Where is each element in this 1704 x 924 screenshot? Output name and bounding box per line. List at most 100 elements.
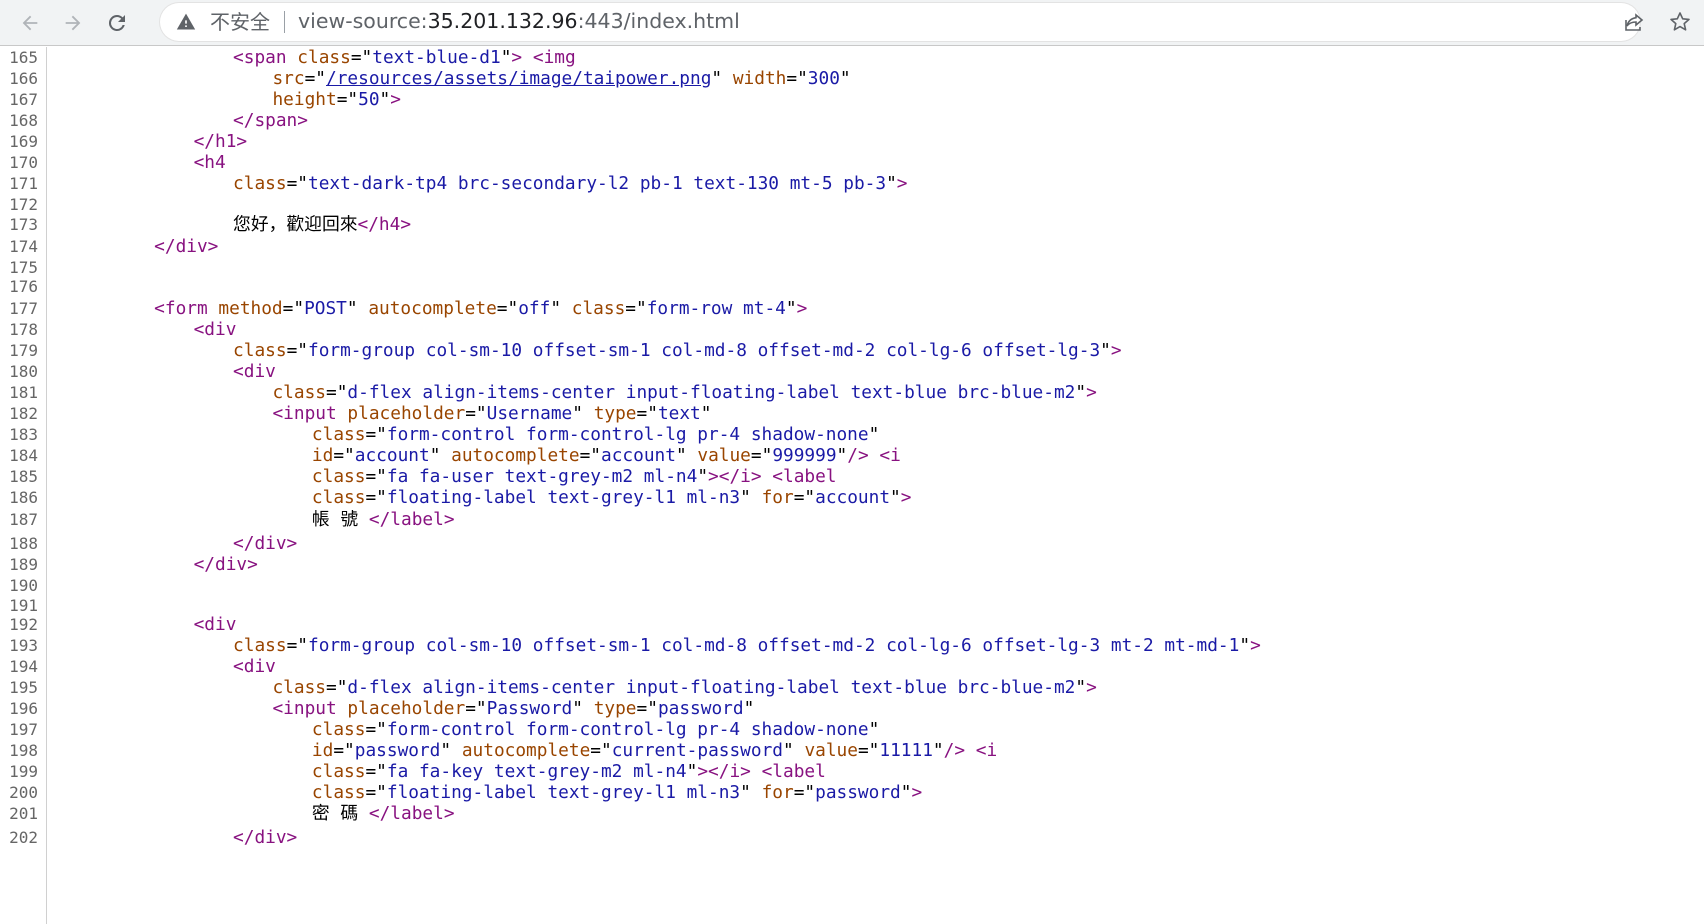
line-content: class="d-flex align-items-center input-f… [272, 382, 1097, 403]
line-content: </div> [233, 533, 298, 554]
line-content: src="/resources/assets/image/taipower.pn… [272, 68, 851, 89]
source-line: 199 class="fa fa-key text-grey-m2 ml-n4">… [0, 761, 1704, 783]
line-number: 181 [9, 383, 38, 402]
line-number: 198 [9, 741, 38, 760]
line-number: 185 [9, 467, 38, 486]
line-number: 199 [9, 762, 38, 781]
line-content: class="fa fa-user text-grey-m2 ml-n4"></… [311, 466, 837, 487]
line-number: 171 [9, 174, 38, 193]
source-line: 197 class="form-control form-control-lg p… [0, 719, 1704, 741]
line-number: 188 [9, 534, 38, 553]
line-content: <form method="POST" autocomplete="off" c… [154, 298, 808, 319]
source-line: 193 class="form-group col-sm-10 offset-sm… [0, 635, 1704, 657]
reload-button[interactable] [102, 8, 132, 38]
line-content: <div [233, 656, 276, 677]
url-text[interactable]: view-source:35.201.132.96:443/index.html [298, 9, 740, 33]
source-line: 180 <div [0, 361, 1704, 383]
source-line: 166 src="/resources/assets/image/taipower… [0, 68, 1704, 90]
source-line: 192 <div [0, 614, 1704, 636]
line-content: <div [193, 614, 237, 635]
line-content: class="form-control form-control-lg pr-4… [311, 719, 880, 740]
back-button[interactable] [15, 8, 45, 38]
url-rest: :443/index.html [577, 9, 740, 33]
source-line: 194 <div [0, 656, 1704, 678]
line-number: 176 [9, 277, 38, 296]
reload-icon [108, 14, 125, 31]
source-line: 167 height="50"> [0, 89, 1704, 111]
source-view[interactable]: 165 <span class="text-blue-d1"> <img 166 sr… [0, 47, 1704, 924]
source-line: 178 <div [0, 319, 1704, 341]
line-content: class="floating-label text-grey-l1 ml-n3… [311, 487, 912, 508]
line-content: </h1> [193, 131, 248, 152]
source-line: 173 您好，歡迎回來</h4> [0, 214, 1704, 236]
source-line: 188 </div> [0, 533, 1704, 555]
share-button[interactable] [1618, 6, 1650, 38]
line-number: 182 [9, 404, 38, 423]
line-number: 186 [9, 488, 38, 507]
source-line: 181 class="d-flex align-items-center inpu… [0, 382, 1704, 404]
line-number: 201 [9, 804, 38, 823]
line-number: 180 [9, 362, 38, 381]
line-number: 170 [9, 153, 38, 172]
source-line: 179 class="form-group col-sm-10 offset-sm… [0, 340, 1704, 362]
source-line: 169 </h1> [0, 131, 1704, 153]
line-number: 183 [9, 425, 38, 444]
line-number: 172 [9, 195, 38, 214]
url-prefix: view-source: [298, 9, 428, 33]
source-line: 177 <form method="POST" autocomplete="off… [0, 298, 1704, 320]
line-number: 179 [9, 341, 38, 360]
line-number: 177 [9, 299, 38, 318]
source-line: 168 </span> [0, 110, 1704, 132]
source-line: 187 帳 號 </label> [0, 509, 1704, 531]
line-content: class="fa fa-key text-grey-m2 ml-n4"></i… [311, 761, 826, 782]
line-content: </div> [154, 236, 219, 257]
url-host: 35.201.132.96 [427, 9, 578, 33]
security-label[interactable]: 不安全 [210, 10, 270, 34]
line-number: 194 [9, 657, 38, 676]
line-content: class="text-dark-tp4 brc-secondary-l2 pb… [233, 173, 908, 194]
share-icon [1625, 13, 1644, 31]
line-number: 165 [9, 48, 38, 67]
line-number: 173 [9, 215, 38, 234]
line-number: 187 [9, 510, 38, 529]
line-content: <span class="text-blue-d1"> <img [233, 47, 576, 68]
browser-toolbar: 不安全 view-source:35.201.132.96:443/index.… [0, 0, 1704, 46]
line-content: <div [193, 319, 237, 340]
source-line: 186 class="floating-label text-grey-l1 ml… [0, 487, 1704, 509]
line-content: class="form-control form-control-lg pr-4… [311, 424, 880, 445]
line-number: 184 [9, 446, 38, 465]
star-icon [1670, 12, 1690, 31]
line-content: 您好，歡迎回來</h4> [233, 214, 412, 235]
line-content: 密 碼 </label> [311, 803, 455, 824]
source-line: 172 [0, 194, 1704, 216]
line-content: class="d-flex align-items-center input-f… [272, 677, 1097, 698]
forward-button[interactable] [58, 8, 88, 38]
source-line: 201 密 碼 </label> [0, 803, 1704, 825]
line-content: 帳 號 </label> [311, 509, 455, 530]
source-line: 190 [0, 575, 1704, 597]
divider [284, 11, 285, 33]
line-number: 195 [9, 678, 38, 697]
line-number: 189 [9, 555, 38, 574]
line-content: <h4 [193, 152, 226, 173]
bookmark-button[interactable] [1664, 6, 1696, 38]
line-content: </div> [233, 827, 298, 848]
line-content: </span> [233, 110, 308, 131]
line-content: class="floating-label text-grey-l1 ml-n3… [311, 782, 923, 803]
line-content: id="password" autocomplete="current-pass… [311, 740, 998, 761]
source-line: 170 <h4 [0, 152, 1704, 174]
source-line: 182 <input placeholder="Username" type="t… [0, 403, 1704, 425]
line-number: 169 [9, 132, 38, 151]
line-content: <input placeholder="Username" type="text… [272, 403, 712, 424]
line-content: <div [233, 361, 276, 382]
line-content: class="form-group col-sm-10 offset-sm-1 … [233, 340, 1122, 361]
source-line: 200 class="floating-label text-grey-l1 ml… [0, 782, 1704, 804]
address-bar[interactable]: 不安全 view-source:35.201.132.96:443/index.… [160, 3, 1640, 41]
line-number: 166 [9, 69, 38, 88]
source-line: 189 </div> [0, 554, 1704, 576]
line-number: 202 [9, 828, 38, 847]
source-line: 185 class="fa fa-user text-grey-m2 ml-n4"… [0, 466, 1704, 488]
source-line: 171 class="text-dark-tp4 brc-secondary-l2… [0, 173, 1704, 195]
source-line: 202 </div> [0, 827, 1704, 849]
source-link[interactable]: /resources/assets/image/taipower.png [326, 68, 711, 89]
